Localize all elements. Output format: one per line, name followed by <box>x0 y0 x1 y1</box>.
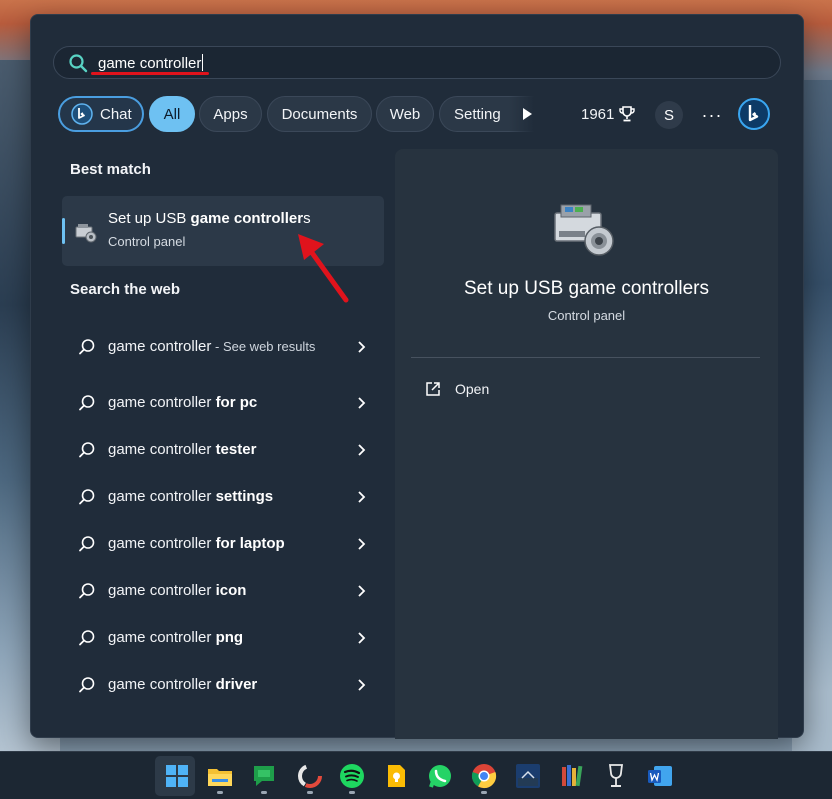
search-icon <box>69 54 88 73</box>
chrome-icon[interactable] <box>470 762 498 790</box>
web-result-0[interactable]: game controller - See web results <box>62 323 384 371</box>
search-icon <box>79 630 95 646</box>
text-caret <box>202 54 204 71</box>
account-avatar-initial: S <box>663 106 674 124</box>
chevron-right-icon <box>358 538 366 550</box>
web-result-4[interactable]: game controller for laptop <box>62 522 384 566</box>
kindle-icon[interactable] <box>514 762 542 790</box>
search-query[interactable]: game controller <box>98 54 204 72</box>
word-icon[interactable] <box>646 762 674 790</box>
more-icon: ··· <box>701 104 723 125</box>
web-result-2[interactable]: game controller tester <box>62 428 384 472</box>
rewards-points[interactable]: 1961 <box>581 105 636 123</box>
scroll-filters-icon[interactable] <box>523 108 532 120</box>
web-result-text: game controller tester <box>108 441 257 458</box>
web-result-text: game controller for laptop <box>108 535 285 552</box>
search-icon <box>79 489 95 505</box>
web-result-7[interactable]: game controller driver <box>62 663 384 707</box>
web-result-text: game controller for pc <box>108 394 258 411</box>
search-icon <box>79 442 95 458</box>
web-result-text: game controller driver <box>108 676 258 693</box>
web-result-3[interactable]: game controller settings <box>62 475 384 519</box>
web-result-text: game controller icon <box>108 582 247 599</box>
running-indicator <box>307 791 313 794</box>
web-result-text: game controller - See web results <box>108 338 316 355</box>
filter-web-label: Web <box>389 105 421 123</box>
filter-chat[interactable]: Chat <box>58 96 144 132</box>
annotation-arrow <box>298 234 349 303</box>
web-result-5[interactable]: game controller icon <box>62 569 384 613</box>
filter-apps-label: Apps <box>213 105 248 123</box>
filter-settings-label: Setting <box>454 105 501 123</box>
keep-icon[interactable] <box>382 762 410 790</box>
file-explorer-icon[interactable] <box>206 762 234 790</box>
web-result-text: game controller png <box>108 629 244 646</box>
game-controller-settings-icon <box>554 204 614 256</box>
filter-documents-label: Documents <box>281 105 358 123</box>
selection-indicator <box>62 218 65 244</box>
search-web-heading: Search the web <box>70 281 181 298</box>
taskbar <box>0 751 832 799</box>
google-chat-icon[interactable] <box>250 762 278 790</box>
running-indicator <box>349 791 355 794</box>
search-icon <box>79 536 95 552</box>
bing-chat-icon <box>71 103 93 125</box>
running-indicator <box>481 791 487 794</box>
search-panel: game controller Chat All Apps Documents … <box>30 14 804 739</box>
preview-divider <box>411 357 760 358</box>
search-icon <box>79 677 95 693</box>
rewards-points-value: 1961 <box>581 105 615 123</box>
chevron-right-icon <box>358 444 366 456</box>
more-options-button[interactable]: ··· <box>701 101 723 129</box>
chevron-right-icon <box>358 397 366 409</box>
filter-all-label: All <box>163 105 181 123</box>
web-result-6[interactable]: game controller png <box>62 616 384 660</box>
web-result-1[interactable]: game controller for pc <box>62 381 384 425</box>
best-match-title: Set up USB game controllers <box>108 210 311 227</box>
running-indicator <box>261 791 267 794</box>
trophy-icon <box>619 106 636 122</box>
filter-documents[interactable]: Documents <box>267 96 372 132</box>
running-indicator <box>217 791 223 794</box>
wine-glass-icon[interactable] <box>602 762 630 790</box>
library-icon[interactable] <box>558 762 586 790</box>
chevron-right-icon <box>358 632 366 644</box>
filter-web[interactable]: Web <box>376 96 434 132</box>
spotify-icon[interactable] <box>338 762 366 790</box>
preview-pane: Set up USB game controllers Control pane… <box>395 149 778 739</box>
whatsapp-icon[interactable] <box>426 762 454 790</box>
open-action[interactable]: Open <box>425 381 489 397</box>
chevron-right-icon <box>358 585 366 597</box>
filter-apps[interactable]: Apps <box>199 96 262 132</box>
preview-title: Set up USB game controllers <box>463 278 709 299</box>
open-label: Open <box>455 381 490 397</box>
chevron-right-icon <box>358 679 366 691</box>
annotation-underline <box>91 72 209 75</box>
chevron-right-icon <box>358 491 366 503</box>
game-controller-settings-icon <box>75 224 97 243</box>
search-icon <box>79 395 95 411</box>
windows-start-icon[interactable] <box>163 762 191 790</box>
search-icon <box>79 339 95 355</box>
filter-chat-label: Chat <box>100 105 132 123</box>
open-external-icon <box>426 382 440 396</box>
chevron-right-icon <box>358 341 366 353</box>
search-icon <box>79 583 95 599</box>
web-result-text: game controller settings <box>108 488 274 505</box>
preview-subtitle: Control panel <box>547 308 626 323</box>
account-avatar[interactable]: S <box>655 101 683 129</box>
davinci-icon[interactable] <box>296 762 324 790</box>
best-match-heading: Best match <box>70 161 151 178</box>
bing-icon[interactable] <box>737 97 771 131</box>
filter-all[interactable]: All <box>149 96 195 132</box>
best-match-subtitle: Control panel <box>108 234 186 249</box>
